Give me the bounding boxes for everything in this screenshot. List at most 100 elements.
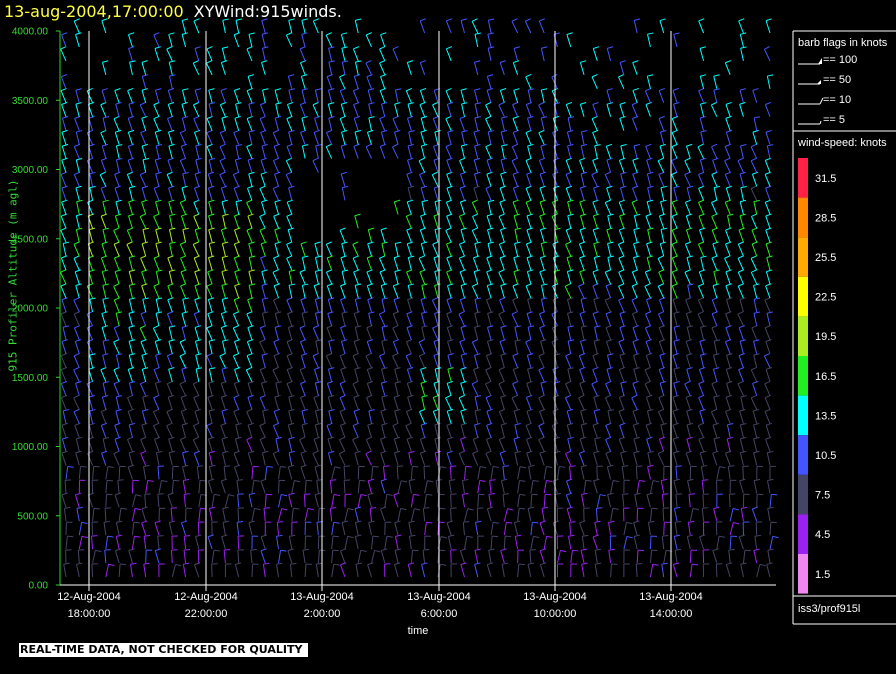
barb-flag (418, 157, 425, 162)
barb-flag (506, 521, 513, 524)
barb-flag (139, 171, 146, 176)
wind-barb (564, 283, 572, 299)
barb-flag (406, 311, 413, 315)
wind-barb (646, 157, 653, 173)
barb-staff (500, 550, 505, 564)
barb-flag (274, 199, 281, 203)
barb-staff (632, 160, 638, 173)
wind-barb (541, 283, 548, 299)
wind-barb (461, 102, 468, 117)
barb-staff (304, 480, 307, 494)
wind-barb (432, 115, 440, 131)
wind-barb (410, 549, 419, 564)
barb-staff (633, 215, 638, 229)
barb-staff (287, 104, 293, 117)
wind-barb (565, 185, 573, 201)
barb-staff (128, 299, 133, 313)
wind-barb (354, 130, 361, 145)
wind-barb (223, 465, 231, 480)
barb-staff (233, 215, 240, 229)
barb-staff (566, 257, 572, 271)
barb-flag (169, 269, 176, 272)
wind-barb (526, 408, 533, 424)
wind-barb (260, 548, 267, 564)
barb-staff (365, 62, 372, 76)
barb-staff (168, 34, 173, 48)
barb-staff (234, 271, 240, 285)
barb-staff (446, 160, 452, 173)
barb-flag (473, 129, 480, 133)
wind-barb (89, 185, 96, 201)
barb-staff (432, 118, 439, 131)
wind-barb (206, 143, 213, 159)
barb-flag (222, 297, 229, 300)
barb-flag (445, 115, 452, 120)
barb-flag (73, 255, 80, 259)
wind-barb (371, 465, 379, 480)
wind-barb (354, 520, 362, 536)
wind-barb (591, 115, 598, 131)
wind-barb (208, 450, 216, 466)
barb-staff (539, 257, 545, 271)
barb-staff (353, 104, 359, 117)
barb-flag (581, 423, 588, 426)
wind-barb (340, 171, 348, 187)
wind-barb (512, 101, 519, 117)
barb-flag (67, 535, 74, 538)
wind-barb (180, 408, 188, 424)
wind-barb (607, 409, 614, 424)
wind-barb (593, 297, 600, 313)
wind-barb (633, 520, 640, 536)
barb-flag (486, 269, 493, 273)
barb-staff (118, 466, 121, 480)
wind-barb (618, 255, 625, 271)
wind-barb (89, 297, 96, 313)
barb-staff (672, 564, 678, 578)
barb-staff (314, 299, 319, 313)
barb-flag (101, 325, 109, 328)
wind-barb (247, 380, 254, 396)
wind-barb (273, 283, 281, 299)
wind-barb (620, 381, 627, 396)
barb-staff (474, 103, 479, 117)
barb-flag (606, 185, 613, 189)
barb-flag (194, 283, 201, 287)
wind-barb (220, 325, 228, 341)
barb-staff (485, 146, 492, 159)
wind-barb (407, 394, 414, 410)
barb-flag (368, 102, 375, 105)
barb-staff (246, 202, 253, 215)
wind-barb (594, 520, 601, 536)
barb-staff (328, 62, 333, 75)
barb-staff (237, 550, 240, 564)
wind-barb (180, 143, 188, 159)
barb-staff (471, 341, 479, 355)
barb-flag (194, 129, 201, 133)
barb-staff (636, 550, 639, 564)
barb-staff (636, 480, 640, 494)
barb-staff (472, 216, 479, 229)
barb-staff (273, 355, 279, 368)
barb-flag (580, 408, 587, 412)
barb-staff (286, 258, 293, 271)
barb-staff (663, 522, 665, 536)
barb-flag (368, 520, 375, 523)
barb-flag (181, 520, 188, 524)
barb-flag (408, 255, 415, 258)
barb-staff (288, 494, 293, 508)
barb-staff (315, 340, 319, 354)
barb-staff (86, 327, 94, 341)
wind-barb (142, 158, 150, 173)
barb-flag (73, 297, 80, 301)
wind-barb (366, 269, 373, 285)
barb-staff (605, 425, 612, 438)
wind-barb (595, 507, 603, 522)
wind-barb (393, 255, 400, 271)
wind-barb (659, 18, 666, 34)
barb-flag (606, 227, 613, 231)
barb-staff (128, 355, 133, 368)
wind-barb (419, 88, 427, 103)
barb-staff (233, 257, 240, 271)
wind-barb (539, 408, 546, 424)
barb-staff (461, 103, 465, 117)
